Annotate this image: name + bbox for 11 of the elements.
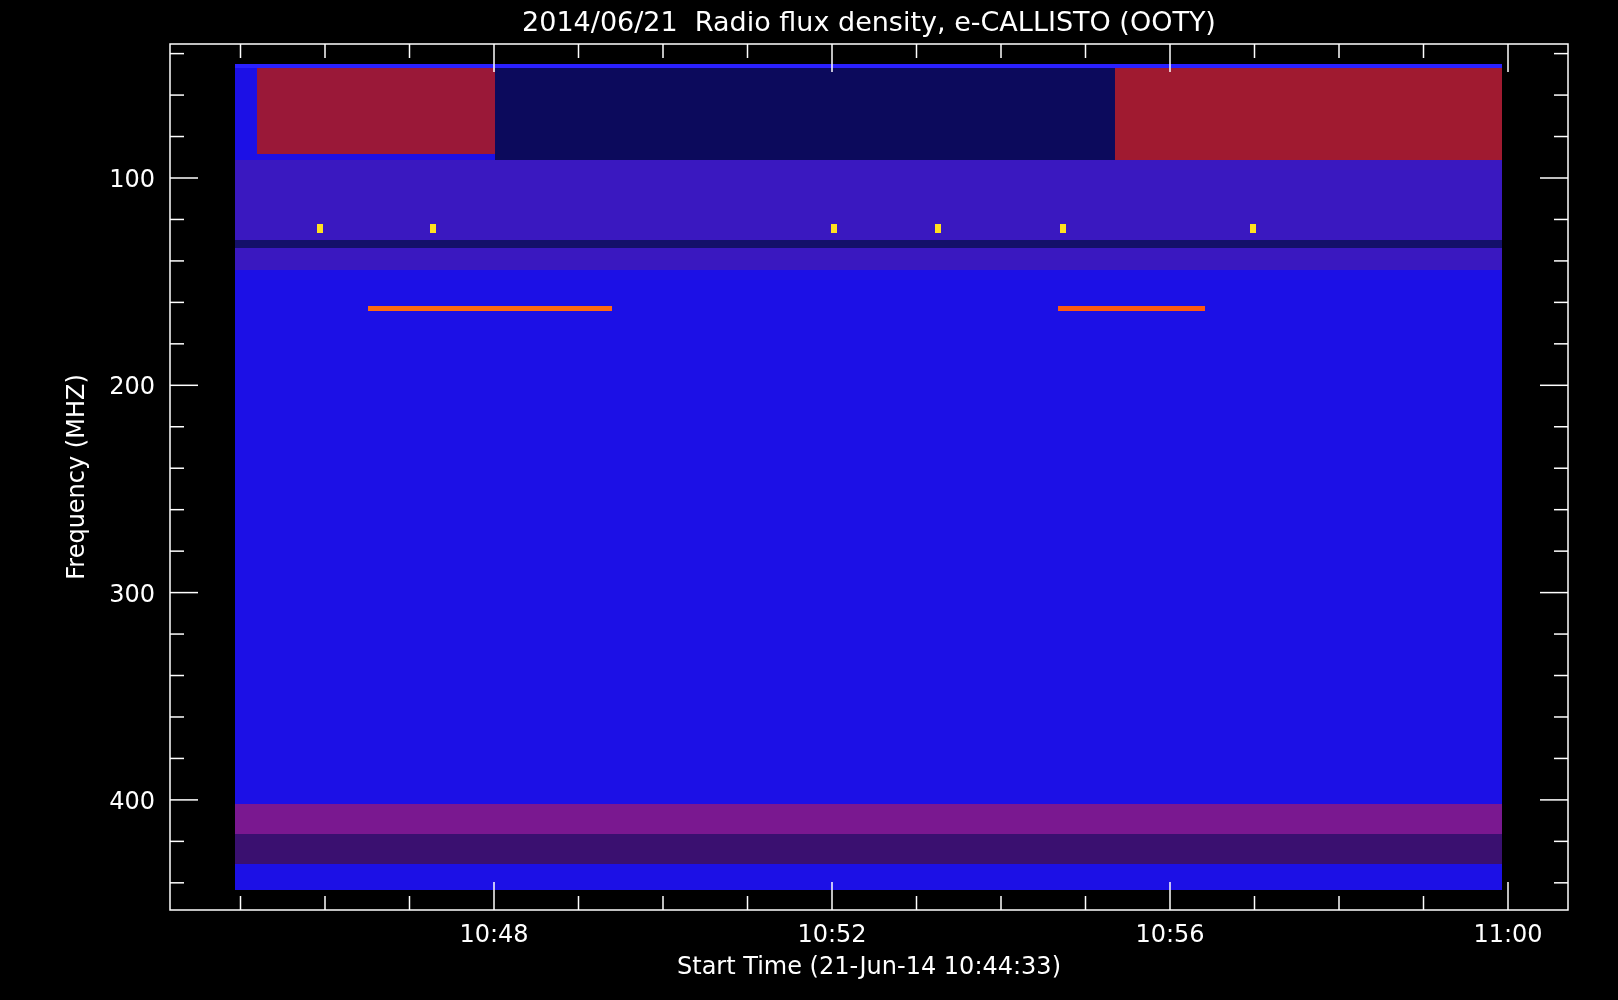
axis-tick-label: 10:52: [797, 920, 867, 948]
axis-tick-label: 100: [109, 165, 155, 193]
axis-label: Start Time (21-Jun-14 10:44:33): [677, 952, 1061, 980]
axis-tick-label: 200: [109, 372, 155, 401]
axis-tick-label: 10:56: [1135, 920, 1205, 948]
chart-title: 2014/06/21 Radio flux density, e-CALLISTO (OOTY): [522, 6, 1216, 37]
axis-tick-label: 10:48: [459, 920, 529, 948]
axis-tick-label: 11:00: [1473, 920, 1543, 948]
axis-label: Frequency (MHZ): [62, 374, 90, 580]
axis-tick-label: 400: [109, 786, 155, 815]
axis-tick-label: 300: [109, 579, 155, 608]
